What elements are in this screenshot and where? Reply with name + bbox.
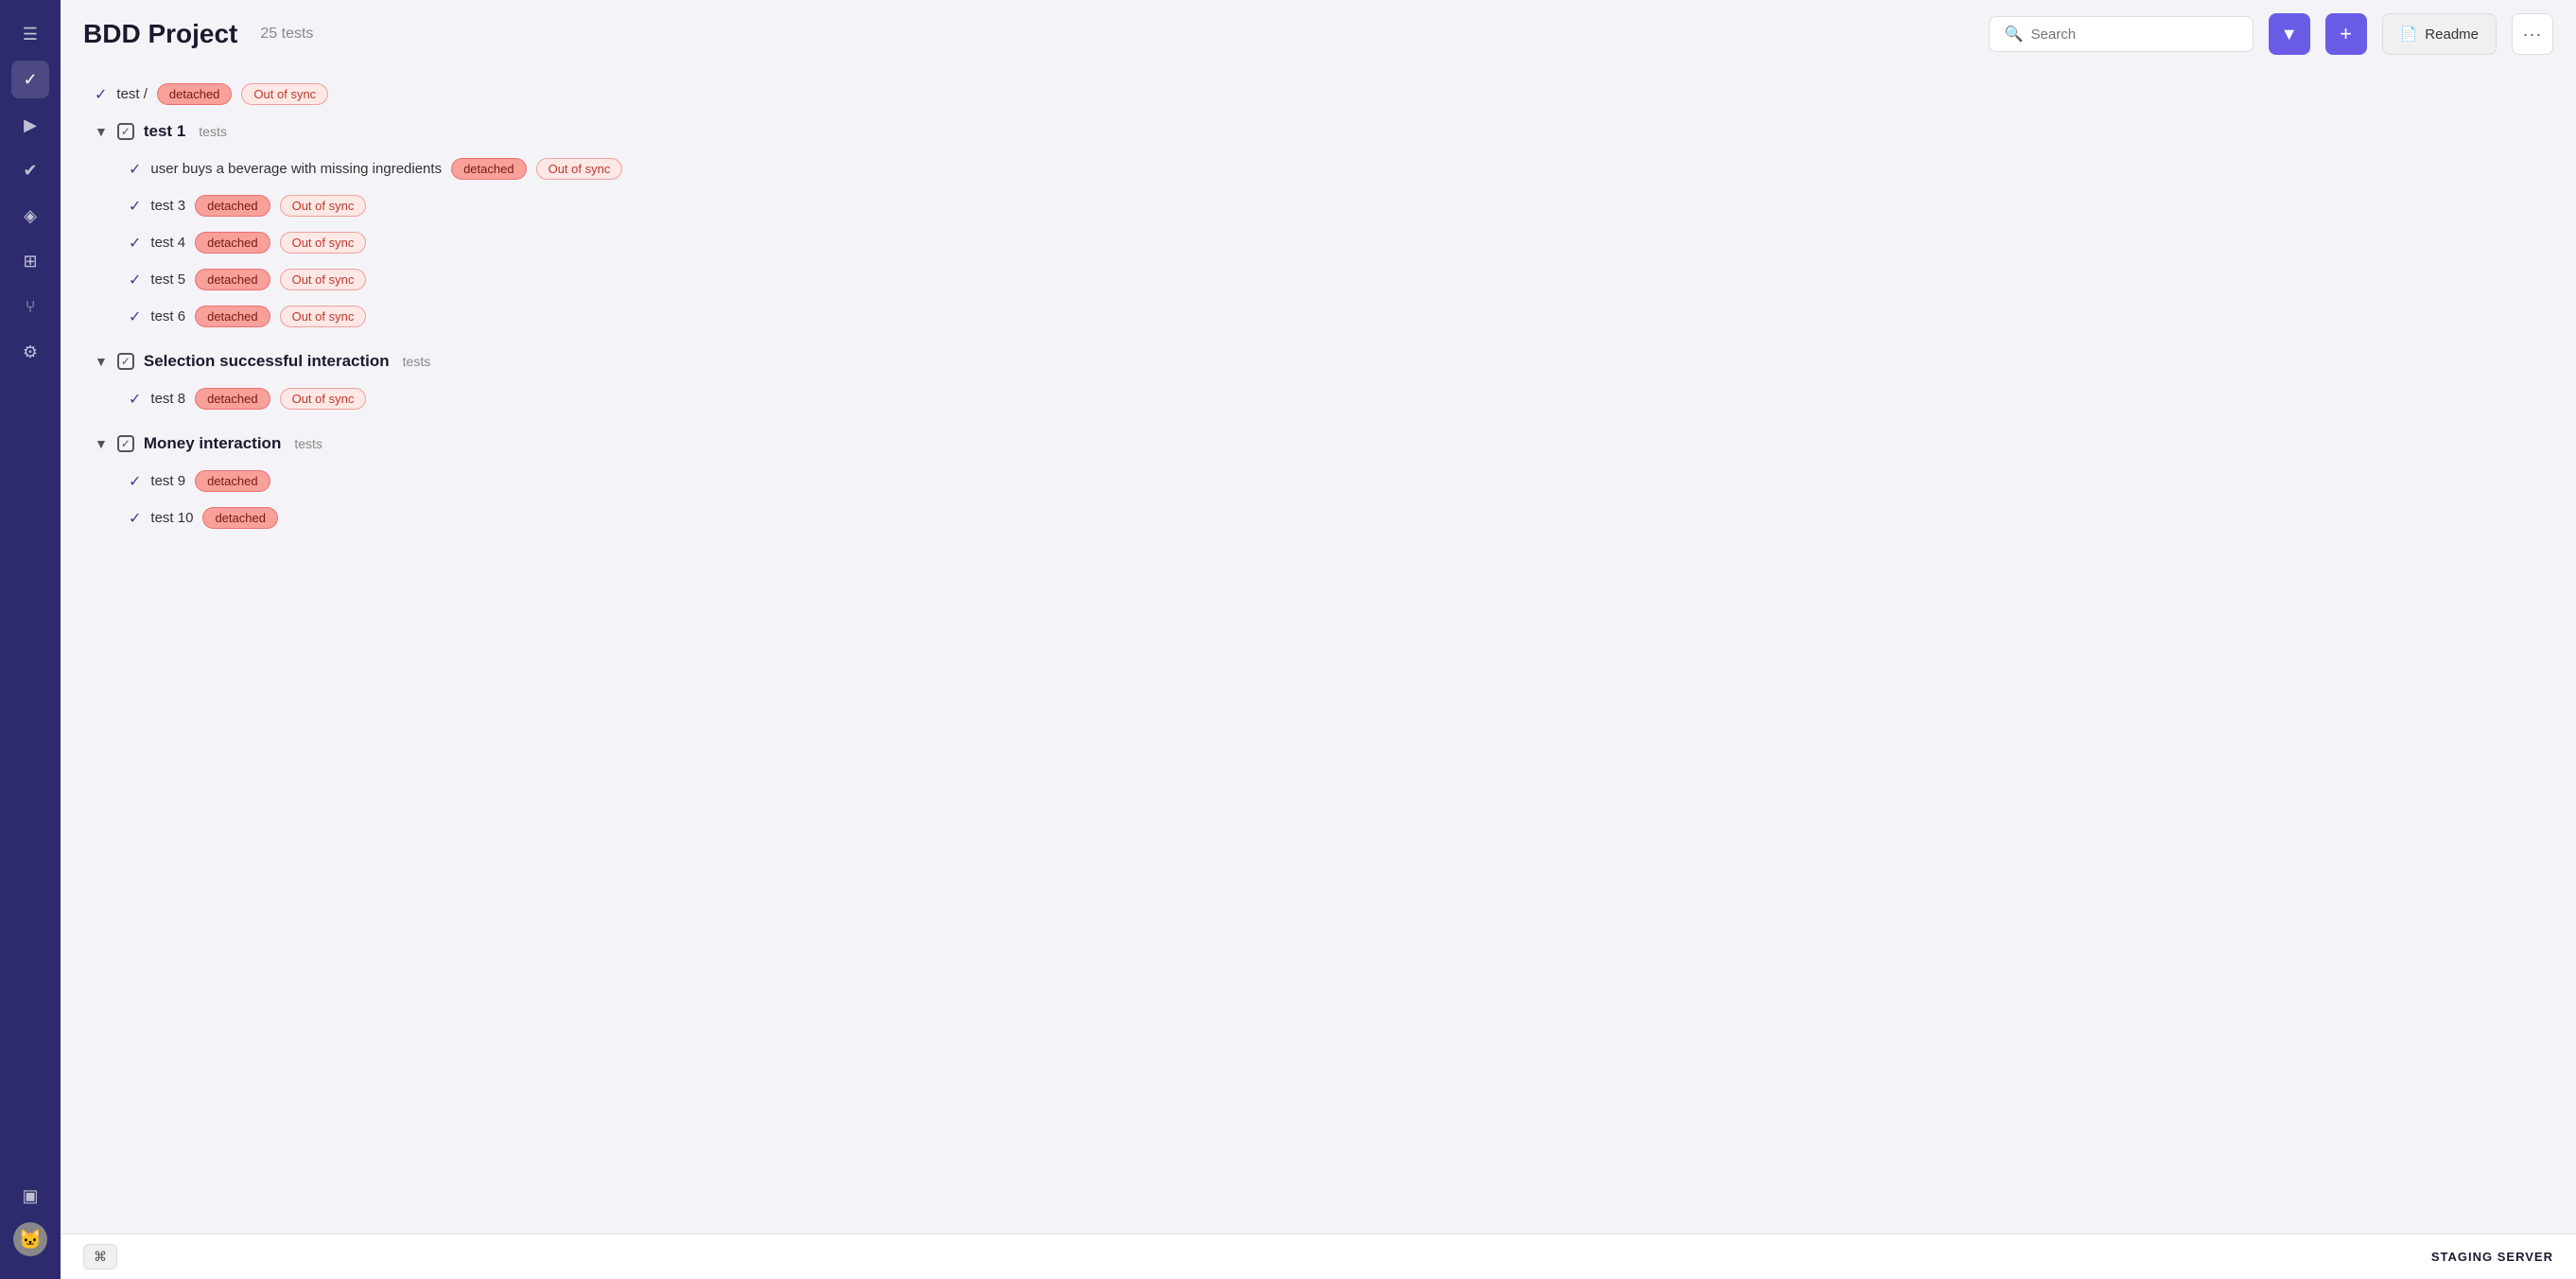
section-money-children: ✓ test 9 detached ✓ test 10 detached: [83, 463, 2553, 536]
out-of-sync-badge: Out of sync: [280, 195, 367, 217]
out-of-sync-badge: Out of sync: [241, 83, 328, 105]
check-mark-icon: ✓: [129, 472, 141, 491]
settings-icon[interactable]: ⚙: [11, 333, 49, 371]
import-icon[interactable]: ⊞: [11, 242, 49, 280]
test-name: test 6: [150, 308, 185, 324]
detached-badge: detached: [195, 306, 270, 327]
search-box[interactable]: 🔍: [1989, 16, 2254, 52]
section-test1-header[interactable]: ▼ ✓ test 1 tests: [83, 113, 2553, 150]
footer: ⌘ STAGING SERVER: [61, 1234, 2576, 1279]
section-selection-header[interactable]: ▼ ✓ Selection successful interaction tes…: [83, 342, 2553, 380]
test-name: user buys a beverage with missing ingred…: [150, 161, 442, 177]
readme-label: Readme: [2425, 26, 2479, 43]
test-name: test 3: [150, 198, 185, 214]
test-row[interactable]: ✓ user buys a beverage with missing ingr…: [117, 150, 2553, 187]
main-panel: BDD Project 25 tests 🔍 ▼ + 📄 Readme ··· …: [61, 0, 2576, 1279]
detached-badge: detached: [451, 158, 527, 180]
check-mark-icon: ✓: [129, 160, 141, 179]
test-count: 25 tests: [260, 26, 313, 43]
filter-button[interactable]: ▼: [2269, 13, 2310, 55]
branch-icon[interactable]: ⑂: [11, 288, 49, 325]
section-checkbox: ✓: [117, 353, 134, 370]
out-of-sync-badge: Out of sync: [280, 232, 367, 254]
collapse-icon: ▼: [95, 354, 108, 369]
test-row[interactable]: ✓ test 9 detached: [117, 463, 2553, 499]
content-area: ✓ test / detached Out of sync ▼ ✓ test 1…: [61, 68, 2576, 1234]
folder-icon[interactable]: ▣: [11, 1177, 49, 1215]
detached-badge: detached: [195, 232, 270, 254]
test-name: test 10: [150, 510, 193, 526]
layers-icon[interactable]: ◈: [11, 197, 49, 235]
detached-badge: detached: [157, 83, 233, 105]
test-row[interactable]: ✓ test 4 detached Out of sync: [117, 224, 2553, 261]
top-test-name: test /: [116, 86, 148, 102]
menu-icon[interactable]: ☰: [11, 15, 49, 53]
test-name: test 9: [150, 473, 185, 489]
collapse-icon: ▼: [95, 124, 108, 139]
detached-badge: detached: [195, 195, 270, 217]
section-checkbox: ✓: [117, 435, 134, 452]
section-checkbox: ✓: [117, 123, 134, 140]
cmd-button[interactable]: ⌘: [83, 1244, 117, 1270]
test-name: test 5: [150, 272, 185, 288]
section-selection-children: ✓ test 8 detached Out of sync: [83, 380, 2553, 417]
page-title: BDD Project: [83, 19, 237, 49]
detached-badge: detached: [195, 269, 270, 290]
collapse-icon: ▼: [95, 436, 108, 451]
check-mark-icon: ✓: [129, 390, 141, 409]
section-subtitle: tests: [199, 124, 227, 139]
test-name: test 4: [150, 235, 185, 251]
check-mark-icon: ✓: [129, 509, 141, 528]
test-row[interactable]: ✓ test 5 detached Out of sync: [117, 261, 2553, 298]
section-title: test 1: [144, 122, 185, 141]
detached-badge: detached: [195, 388, 270, 410]
top-test-item[interactable]: ✓ test / detached Out of sync: [83, 76, 2553, 113]
check-mark-icon: ✓: [129, 234, 141, 253]
section-title: Money interaction: [144, 434, 281, 453]
test-row[interactable]: ✓ test 10 detached: [117, 499, 2553, 536]
section-test1: ▼ ✓ test 1 tests ✓ user buys a beverage …: [83, 113, 2553, 335]
check-icon[interactable]: ✓: [11, 61, 49, 98]
readme-button[interactable]: 📄 Readme: [2382, 13, 2497, 55]
section-selection: ▼ ✓ Selection successful interaction tes…: [83, 342, 2553, 417]
play-icon[interactable]: ▶: [11, 106, 49, 144]
section-money-header[interactable]: ▼ ✓ Money interaction tests: [83, 425, 2553, 463]
section-title: Selection successful interaction: [144, 352, 390, 371]
search-input[interactable]: [2031, 26, 2237, 43]
test-name: test 8: [150, 391, 185, 407]
header: BDD Project 25 tests 🔍 ▼ + 📄 Readme ···: [61, 0, 2576, 68]
out-of-sync-badge: Out of sync: [280, 306, 367, 327]
test-row[interactable]: ✓ test 6 detached Out of sync: [117, 298, 2553, 335]
section-money: ▼ ✓ Money interaction tests ✓ test 9 det…: [83, 425, 2553, 536]
more-button[interactable]: ···: [2512, 13, 2553, 55]
section-test1-children: ✓ user buys a beverage with missing ingr…: [83, 150, 2553, 335]
avatar[interactable]: 🐱: [13, 1222, 47, 1256]
out-of-sync-badge: Out of sync: [280, 388, 367, 410]
section-subtitle: tests: [294, 436, 322, 451]
check-mark-icon: ✓: [129, 307, 141, 326]
search-icon: 🔍: [2005, 25, 2024, 44]
server-label: STAGING SERVER: [2431, 1250, 2553, 1264]
test-row[interactable]: ✓ test 3 detached Out of sync: [117, 187, 2553, 224]
out-of-sync-badge: Out of sync: [536, 158, 623, 180]
test-row[interactable]: ✓ test 8 detached Out of sync: [117, 380, 2553, 417]
list-check-icon[interactable]: ✔: [11, 151, 49, 189]
readme-icon: 📄: [2400, 26, 2418, 43]
detached-badge: detached: [195, 470, 270, 492]
check-mark-icon: ✓: [129, 197, 141, 216]
check-mark-icon: ✓: [95, 85, 107, 104]
check-mark-icon: ✓: [129, 271, 141, 289]
sidebar: ☰ ✓ ▶ ✔ ◈ ⊞ ⑂ ⚙ ▣ 🐱: [0, 0, 61, 1279]
out-of-sync-badge: Out of sync: [280, 269, 367, 290]
add-button[interactable]: +: [2325, 13, 2367, 55]
detached-badge: detached: [202, 507, 278, 529]
section-subtitle: tests: [403, 354, 431, 369]
